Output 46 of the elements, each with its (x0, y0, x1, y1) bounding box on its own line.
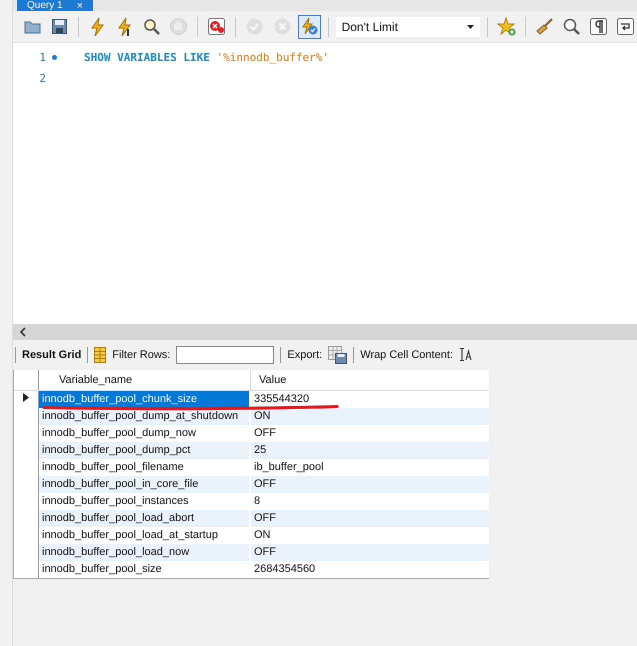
table-cell-text: OFF (253, 426, 277, 441)
stop-error-icon (207, 17, 226, 36)
cross-icon (272, 17, 292, 36)
filter-label: Filter Rows: (112, 348, 170, 360)
table-cell: 25 (251, 442, 489, 458)
table-cell-text: 2684354560 (253, 562, 316, 577)
column-header[interactable]: Value (251, 370, 489, 390)
wrap-text-icon[interactable] (458, 348, 472, 361)
table-cell: innodb_buffer_pool_chunk_size (39, 390, 251, 408)
magnifier-icon (142, 17, 162, 36)
export-label: Export: (287, 348, 322, 360)
line-number: 1 (38, 51, 46, 64)
lightning-check-button[interactable] (298, 14, 321, 38)
tab-title: Query 1 (27, 0, 63, 10)
export-icon[interactable] (328, 346, 348, 364)
table-cell-text: ON (253, 528, 272, 543)
column-header[interactable]: Variable_name (39, 370, 251, 390)
pilcrow-icon (588, 17, 608, 36)
table-cell: OFF (251, 476, 489, 492)
table-cell-text: 8 (253, 494, 262, 509)
result-grid-tab[interactable]: Result Grid (22, 348, 82, 360)
filter-field[interactable] (176, 346, 274, 364)
table-cell: ON (251, 408, 489, 424)
query-tab[interactable]: Query 1 × (17, 0, 94, 11)
check-icon (245, 17, 264, 36)
close-button[interactable]: × (76, 0, 84, 10)
table-cell: OFF (251, 510, 489, 526)
table-cell: innodb_buffer_pool_size (39, 560, 251, 578)
form-view-icon[interactable] (94, 346, 106, 362)
wrap-label: Wrap Cell Content: (360, 348, 453, 360)
scroll-left-icon[interactable] (19, 326, 27, 336)
table-cell: innodb_buffer_pool_load_now (39, 544, 251, 560)
lightning-check-icon (300, 17, 319, 36)
search-icon (562, 17, 581, 36)
table-cell: innodb_buffer_pool_dump_pct (39, 442, 251, 458)
table-cell: innodb_buffer_pool_load_abort (39, 510, 251, 526)
broom-icon (534, 17, 554, 36)
line-number: 2 (38, 72, 46, 85)
star-plus-icon (496, 17, 516, 36)
caret-icon (466, 24, 474, 28)
table-cell-text: ib_buffer_pool (253, 460, 325, 475)
table-cell: OFF (251, 544, 489, 560)
star-plus-button[interactable] (494, 14, 518, 38)
sql-code: SHOW VARIABLES LIKE '%innodb_buffer%' (84, 51, 330, 64)
table-cell: innodb_buffer_pool_in_core_file (39, 476, 251, 492)
limit-dropdown[interactable]: Don't Limit (336, 16, 480, 36)
